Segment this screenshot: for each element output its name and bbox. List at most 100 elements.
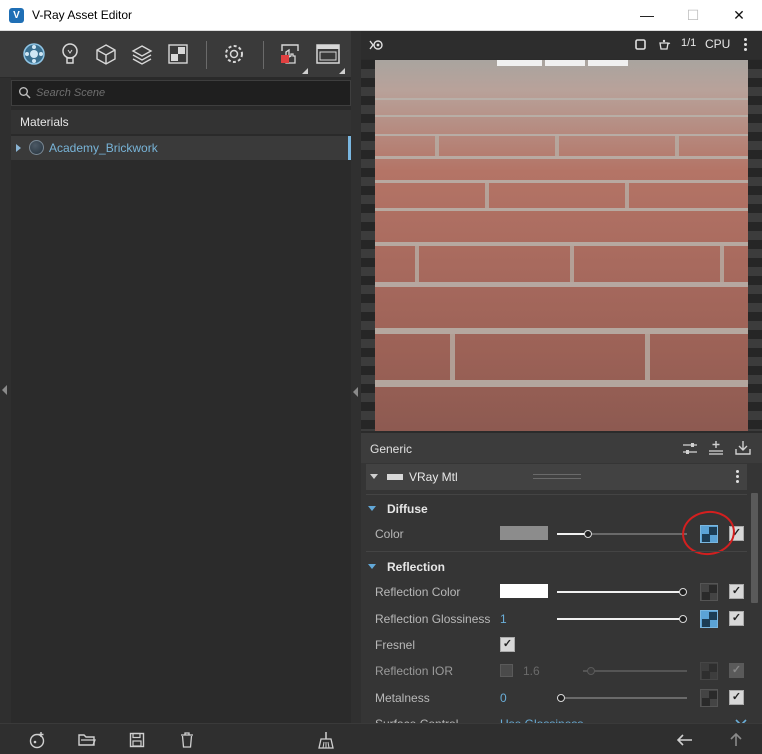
reflection-ior-map-button[interactable] [700, 662, 718, 680]
metalness-slider[interactable] [557, 694, 687, 702]
geometry-icon[interactable] [92, 40, 120, 68]
metalness-map-button[interactable] [700, 689, 718, 707]
reflection-ior-value[interactable]: 1.6 [523, 664, 540, 678]
collapse-left-arrow-icon[interactable] [2, 385, 7, 395]
fresnel-label: Fresnel [375, 638, 416, 652]
reflection-ior-map-checkbox[interactable]: ✓ [729, 663, 744, 678]
add-layer-icon[interactable] [708, 440, 724, 456]
slider-knob[interactable] [584, 530, 592, 538]
lights-icon[interactable] [56, 40, 84, 68]
open-folder-icon[interactable] [77, 730, 97, 750]
reflection-glossiness-map-button[interactable] [700, 610, 718, 628]
window-title: V-Ray Asset Editor [32, 8, 133, 22]
materials-list-area [11, 160, 351, 723]
teapot-icon[interactable] [657, 38, 671, 51]
section-caret-icon[interactable] [368, 564, 376, 569]
fresnel-checkbox[interactable]: ✓ [500, 637, 515, 652]
collapse-caret-icon[interactable] [370, 474, 378, 479]
toolbar-divider [263, 41, 264, 69]
brick-mortar-line [375, 134, 748, 136]
reflection-color-swatch[interactable] [500, 584, 548, 598]
resolution-ratio[interactable]: 1/1 [681, 37, 696, 49]
purge-unused-icon[interactable] [316, 730, 336, 750]
reflection-color-map-button[interactable] [700, 583, 718, 601]
section-caret-icon[interactable] [368, 506, 376, 511]
reflection-section[interactable]: Reflection [366, 555, 747, 579]
brick-mortar-line [375, 242, 748, 246]
sliders-icon[interactable] [682, 442, 698, 455]
import-icon[interactable] [734, 440, 752, 456]
materials-icon[interactable] [20, 40, 48, 68]
layer-options-icon[interactable] [736, 470, 740, 485]
save-icon[interactable] [127, 730, 147, 750]
reflection-ior-checkbox[interactable] [500, 664, 513, 677]
diffuse-color-slider[interactable] [557, 530, 687, 538]
section-divider [366, 494, 747, 495]
brick-joint [625, 183, 629, 208]
brick-joint [675, 136, 679, 156]
dropdown-corner-icon [339, 68, 345, 74]
minimize-button[interactable]: — [624, 0, 670, 31]
properties-panel: Generic VRay Mtl Diffuse Color ✓ Reflect… [361, 433, 762, 731]
settings-icon[interactable] [220, 40, 248, 68]
reflection-ior-row: Reflection IOR 1.6 ✓ [375, 660, 747, 682]
more-options-icon[interactable] [744, 38, 748, 51]
preview-background-right [748, 60, 762, 431]
area-light [497, 60, 542, 66]
title-bar: V V-Ray Asset Editor — ☐ ✕ [0, 0, 762, 31]
material-type-row[interactable]: VRay Mtl [366, 464, 747, 490]
metalness-value[interactable]: 0 [500, 691, 507, 705]
layer-swatch-icon [387, 474, 403, 480]
slider-knob[interactable] [587, 667, 595, 675]
slider-knob[interactable] [679, 615, 687, 623]
generic-label: Generic [370, 442, 413, 456]
brick-mortar-line [375, 380, 748, 387]
back-arrow-icon[interactable] [675, 730, 695, 750]
material-list-item[interactable]: Academy_Brickwork [11, 136, 351, 160]
reflection-glossiness-value[interactable]: 1 [500, 612, 507, 626]
slider-knob[interactable] [557, 694, 565, 702]
materials-header: Materials [11, 110, 351, 134]
drag-handle[interactable] [533, 474, 581, 479]
brick-joint [415, 246, 419, 282]
reflection-glossiness-slider[interactable] [557, 615, 687, 623]
preview-toolbar: 1/1 CPU [361, 31, 762, 59]
reflection-glossiness-label: Reflection Glossiness [375, 612, 491, 626]
reflection-color-slider[interactable] [557, 588, 687, 596]
material-type-label: VRay Mtl [409, 470, 458, 484]
reflection-color-label: Reflection Color [375, 585, 461, 599]
left-panel: Materials Academy_Brickwork [0, 31, 361, 723]
render-interactive-icon[interactable] [276, 40, 304, 68]
brick-mortar-line [375, 180, 748, 183]
search-icon [19, 87, 31, 99]
maximize-button[interactable]: ☐ [670, 0, 716, 31]
reflection-glossiness-map-checkbox[interactable]: ✓ [729, 611, 744, 626]
layers-icon[interactable] [128, 40, 156, 68]
brick-mortar-line [375, 98, 748, 100]
fresnel-row: Fresnel ✓ [375, 634, 747, 656]
brick-mortar-line [375, 282, 748, 287]
preview-background-left [361, 60, 375, 431]
search-box[interactable] [11, 80, 351, 106]
preview-scene-icon[interactable] [369, 38, 385, 52]
close-button[interactable]: ✕ [716, 0, 762, 31]
brick-joint [720, 246, 724, 282]
textures-icon[interactable] [164, 40, 192, 68]
properties-scrollbar[interactable] [751, 493, 758, 603]
frame-buffer-icon[interactable] [314, 40, 342, 68]
reflection-color-map-checkbox[interactable]: ✓ [729, 584, 744, 599]
delete-icon[interactable] [177, 730, 197, 750]
reflection-ior-slider[interactable] [583, 667, 687, 675]
search-input[interactable] [36, 84, 336, 102]
reflection-section-label: Reflection [387, 560, 446, 574]
expand-arrow-icon[interactable] [16, 144, 21, 152]
panel-splitter[interactable] [351, 31, 361, 723]
diffuse-color-swatch[interactable] [500, 526, 548, 540]
region-render-icon[interactable] [635, 39, 646, 50]
collapse-arrow-icon[interactable] [353, 387, 358, 397]
up-arrow-icon[interactable] [726, 730, 746, 750]
metalness-map-checkbox[interactable]: ✓ [729, 690, 744, 705]
create-asset-icon[interactable] [27, 730, 47, 750]
render-engine-label[interactable]: CPU [705, 37, 730, 51]
slider-knob[interactable] [679, 588, 687, 596]
